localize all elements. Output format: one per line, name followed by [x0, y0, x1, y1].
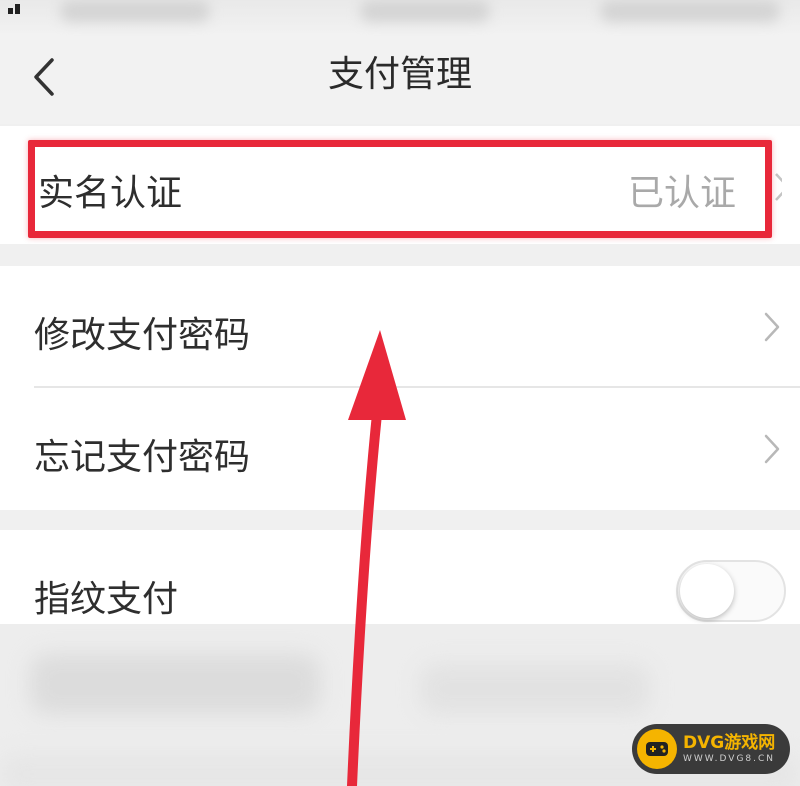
- forgot-password-label: 忘记支付密码: [34, 437, 251, 478]
- fingerprint-pay-label: 指纹支付: [34, 579, 179, 620]
- chevron-left-icon[interactable]: [28, 54, 64, 100]
- settings-row-change-password[interactable]: 修改支付密码: [0, 266, 800, 388]
- chevron-right-icon: [772, 170, 782, 204]
- page-title: 支付管理: [327, 54, 472, 95]
- signal-icon: [8, 2, 28, 14]
- change-password-label: 修改支付密码: [34, 315, 251, 356]
- gamepad-icon: [637, 729, 677, 769]
- fingerprint-pay-toggle[interactable]: [676, 560, 786, 622]
- watermark-name: DVG游戏网: [683, 733, 776, 753]
- toggle-knob: [680, 564, 734, 618]
- status-blur: [600, 0, 780, 22]
- status-bar: [0, 0, 800, 36]
- settings-row-forgot-password[interactable]: 忘记支付密码: [0, 388, 800, 510]
- watermark-badge: DVG游戏网 WWW.DVG8.CN: [632, 724, 790, 774]
- chevron-right-icon: [762, 432, 782, 466]
- chevron-right-icon: [762, 310, 782, 344]
- highlight-box: [28, 140, 772, 238]
- watermark-domain: WWW.DVG8.CN: [683, 754, 776, 764]
- status-blur: [60, 0, 210, 22]
- nav-bar: 支付管理: [0, 36, 800, 124]
- status-blur: [360, 0, 490, 22]
